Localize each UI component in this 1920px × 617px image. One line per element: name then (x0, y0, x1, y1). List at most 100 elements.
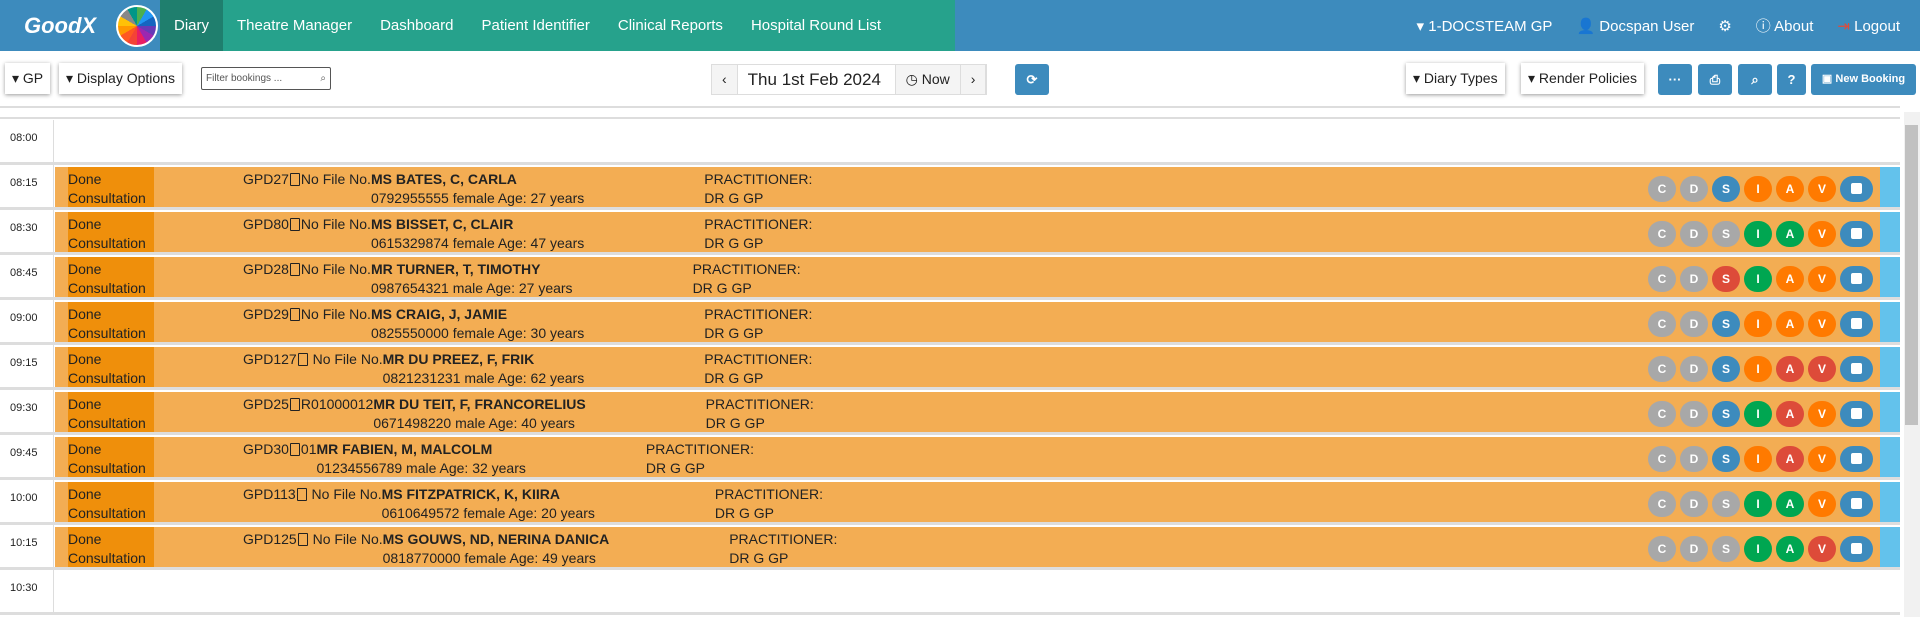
status-badge-a[interactable]: A (1776, 491, 1804, 517)
menu-dashboard[interactable]: Dashboard (366, 0, 467, 51)
booking[interactable]: Done Consultation GPD27 No File No. MS BAT… (55, 167, 1900, 207)
notes-button[interactable] (1840, 536, 1873, 562)
document-icon[interactable] (297, 533, 308, 546)
status-badge-d[interactable]: D (1680, 176, 1708, 202)
gear-icon[interactable]: ⚙ (1718, 17, 1731, 35)
status-badge-c[interactable]: C (1648, 446, 1676, 472)
logo[interactable]: GoodX (0, 0, 160, 51)
new-booking-button[interactable]: ▣ New Booking (1811, 64, 1916, 95)
notes-button[interactable] (1840, 266, 1873, 292)
prev-day-button[interactable]: ‹ (712, 65, 738, 94)
status-badge-c[interactable]: C (1648, 401, 1676, 427)
scrollbar-thumb[interactable] (1905, 125, 1918, 425)
document-icon[interactable] (297, 353, 308, 366)
status-badge-v[interactable]: V (1808, 491, 1836, 517)
status-badge-c[interactable]: C (1648, 491, 1676, 517)
status-badge-v[interactable]: V (1808, 446, 1836, 472)
notes-button[interactable] (1840, 401, 1873, 427)
notes-button[interactable] (1840, 356, 1873, 382)
status-badge-d[interactable]: D (1680, 491, 1708, 517)
status-badge-v[interactable]: V (1808, 311, 1836, 337)
status-badge-v[interactable]: V (1808, 176, 1836, 202)
menu-clinical-reports[interactable]: Clinical Reports (604, 0, 737, 51)
status-badge-d[interactable]: D (1680, 221, 1708, 247)
status-badge-v[interactable]: V (1808, 536, 1836, 562)
status-badge-c[interactable]: C (1648, 221, 1676, 247)
status-badge-d[interactable]: D (1680, 311, 1708, 337)
now-button[interactable]: ◷ Now (896, 65, 961, 94)
status-badge-i[interactable]: I (1744, 491, 1772, 517)
logout-link[interactable]: ⇥ Logout (1837, 17, 1900, 35)
help-button[interactable]: ? (1777, 64, 1806, 95)
display-options-dropdown[interactable]: ▾ Display Options (59, 63, 182, 94)
document-icon[interactable] (289, 218, 300, 231)
print-button[interactable]: ⎙ (1698, 64, 1732, 95)
status-badge-i[interactable]: I (1744, 536, 1772, 562)
status-badge-d[interactable]: D (1680, 266, 1708, 292)
about-link[interactable]: ⓘ About (1756, 15, 1814, 36)
status-badge-i[interactable]: I (1744, 311, 1772, 337)
status-badge-v[interactable]: V (1808, 356, 1836, 382)
notes-button[interactable] (1840, 311, 1873, 337)
notes-button[interactable] (1840, 446, 1873, 472)
status-badge-a[interactable]: A (1776, 221, 1804, 247)
more-button[interactable]: ··· (1658, 64, 1692, 95)
status-badge-s[interactable]: S (1712, 176, 1740, 202)
notes-button[interactable] (1840, 221, 1873, 247)
status-badge-c[interactable]: C (1648, 311, 1676, 337)
status-badge-d[interactable]: D (1680, 401, 1708, 427)
status-badge-a[interactable]: A (1776, 536, 1804, 562)
status-badge-d[interactable]: D (1680, 356, 1708, 382)
status-badge-a[interactable]: A (1776, 266, 1804, 292)
menu-hospital-round-list[interactable]: Hospital Round List (737, 0, 895, 51)
next-day-button[interactable]: › (961, 65, 987, 94)
render-policies-dropdown[interactable]: ▾ Render Policies (1521, 63, 1644, 94)
filter-bookings-input[interactable]: Filter bookings ... ⌕ (201, 67, 331, 90)
status-badge-a[interactable]: A (1776, 356, 1804, 382)
status-badge-s[interactable]: S (1712, 356, 1740, 382)
status-badge-c[interactable]: C (1648, 536, 1676, 562)
status-badge-s[interactable]: S (1712, 311, 1740, 337)
status-badge-i[interactable]: I (1744, 356, 1772, 382)
status-badge-i[interactable]: I (1744, 401, 1772, 427)
status-badge-s[interactable]: S (1712, 221, 1740, 247)
status-badge-s[interactable]: S (1712, 536, 1740, 562)
booking[interactable]: Done Consultation GPD127 No File No. MR D… (55, 347, 1900, 387)
notes-button[interactable] (1840, 491, 1873, 517)
gp-dropdown[interactable]: ▾ GP (5, 63, 51, 94)
status-badge-a[interactable]: A (1776, 401, 1804, 427)
document-icon[interactable] (289, 443, 300, 456)
status-badge-c[interactable]: C (1648, 356, 1676, 382)
booking[interactable]: Done Consultation GPD28 No File No. MR TUR… (55, 257, 1900, 297)
status-badge-s[interactable]: S (1712, 491, 1740, 517)
booking[interactable]: Done Consultation GPD29 No File No. MS CRA… (55, 302, 1900, 342)
status-badge-i[interactable]: I (1744, 266, 1772, 292)
status-badge-a[interactable]: A (1776, 176, 1804, 202)
status-badge-c[interactable]: C (1648, 266, 1676, 292)
document-icon[interactable] (296, 488, 307, 501)
status-badge-a[interactable]: A (1776, 311, 1804, 337)
document-icon[interactable] (289, 308, 300, 321)
diary-types-dropdown[interactable]: ▾ Diary Types (1406, 63, 1505, 94)
menu-theatre-manager[interactable]: Theatre Manager (223, 0, 366, 51)
status-badge-d[interactable]: D (1680, 536, 1708, 562)
booking[interactable]: Done Consultation GPD30 01 MR FABIEN, M, M… (55, 437, 1900, 477)
status-badge-v[interactable]: V (1808, 221, 1836, 247)
menu-diary[interactable]: Diary (160, 0, 224, 51)
status-badge-a[interactable]: A (1776, 446, 1804, 472)
menu-patient-identifier[interactable]: Patient Identifier (467, 0, 603, 51)
booking[interactable]: Done Consultation GPD80 No File No. MS BIS… (55, 212, 1900, 252)
time-slot[interactable]: 08:00 (0, 120, 1900, 165)
status-badge-s[interactable]: S (1712, 401, 1740, 427)
notes-button[interactable] (1840, 176, 1873, 202)
status-badge-d[interactable]: D (1680, 446, 1708, 472)
document-icon[interactable] (289, 263, 300, 276)
status-badge-s[interactable]: S (1712, 446, 1740, 472)
document-icon[interactable] (289, 173, 300, 186)
status-badge-s[interactable]: S (1712, 266, 1740, 292)
practice-selector[interactable]: ▾ 1-DOCSTEAM GP (1417, 17, 1553, 35)
booking[interactable]: Done Consultation GPD113 No File No. MS F… (55, 482, 1900, 522)
status-badge-v[interactable]: V (1808, 266, 1836, 292)
status-badge-v[interactable]: V (1808, 401, 1836, 427)
status-badge-i[interactable]: I (1744, 176, 1772, 202)
